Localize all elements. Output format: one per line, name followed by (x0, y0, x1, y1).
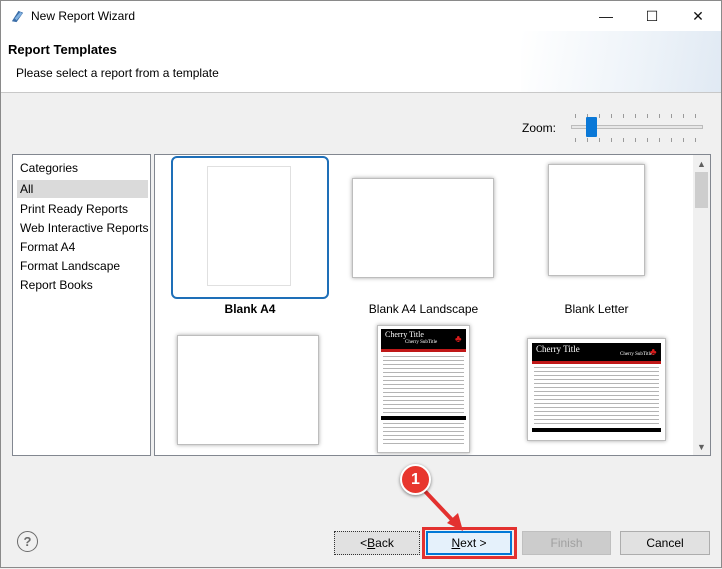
cherry-red-bar (381, 349, 466, 352)
cherry-table-lines (383, 356, 464, 414)
categories-list[interactable]: Categories All Print Ready Reports Web I… (12, 154, 151, 456)
cherry-header: Cherry Title Cherry SubTitle ♣ (532, 343, 661, 361)
category-item-format-a4[interactable]: Format A4 (17, 238, 148, 256)
zoom-label: Zoom: (522, 121, 557, 135)
templates-gallery[interactable]: Blank A4 Blank A4 Landscape Blank Letter… (154, 154, 711, 456)
maximize-button[interactable]: ☐ (629, 1, 675, 31)
cherry-table-lines (534, 367, 659, 425)
cherry-red-bar (532, 361, 661, 364)
template-thumbnail[interactable]: Cherry Title Cherry SubTitle ♣ (527, 338, 666, 441)
zoom-slider-thumb[interactable] (586, 117, 597, 137)
minimize-icon: — (599, 8, 613, 24)
template-thumbnail[interactable]: Cherry Title Cherry SubTitle ♣ (377, 325, 470, 453)
back-button[interactable]: < Back (334, 531, 420, 555)
step-number-badge: 1 (400, 464, 431, 495)
cherry-title: Cherry Title (536, 344, 580, 354)
page-title: Report Templates (8, 42, 117, 57)
category-item-format-landscape[interactable]: Format Landscape (17, 257, 148, 275)
page-description: Please select a report from a template (16, 66, 219, 80)
window-title: New Report Wizard (31, 9, 136, 23)
cherry-table-lines-2 (383, 423, 464, 447)
template-thumbnail[interactable] (177, 335, 319, 445)
back-button-prefix: < (360, 536, 368, 550)
template-label: Blank A4 (224, 302, 276, 316)
templates-scrollbar[interactable]: ▲ ▼ (693, 155, 710, 455)
minimize-button[interactable]: — (583, 1, 629, 31)
template-thumbnail[interactable] (207, 166, 291, 286)
wizard-header-banner: Report Templates Please select a report … (1, 31, 721, 93)
back-button-mnemonic: B (367, 536, 376, 550)
zoom-slider[interactable] (569, 111, 705, 145)
cherry-header: Cherry Title Cherry SubTitle ♣ (381, 329, 466, 349)
maximize-icon: ☐ (645, 7, 659, 24)
next-button-callout-highlight (422, 527, 517, 559)
close-icon: ✕ (692, 7, 704, 24)
cherry-subtitle: Cherry SubTitle (405, 340, 438, 345)
cherry-icon: ♣ (455, 334, 462, 345)
new-report-wizard-window: New Report Wizard — ☐ ✕ Report Templates… (0, 0, 722, 568)
cherry-icon: ♣ (650, 347, 657, 358)
cherry-subtitle: Cherry SubTitle (620, 352, 653, 357)
zoom-ticks-bottom (575, 138, 699, 142)
finish-button[interactable]: Finish (522, 531, 611, 555)
cherry-section-bar (532, 428, 661, 432)
categories-header: Categories (20, 161, 79, 175)
template-label: Blank Letter (564, 302, 629, 316)
scroll-up-arrow-icon[interactable]: ▲ (693, 155, 710, 172)
title-bar: New Report Wizard — ☐ ✕ (1, 1, 721, 31)
eclipse-app-icon (11, 10, 24, 23)
help-icon[interactable]: ? (17, 531, 38, 552)
cherry-title: Cherry Title (385, 330, 424, 339)
template-label: Blank A4 Landscape (368, 302, 479, 316)
category-item-report-books[interactable]: Report Books (17, 276, 148, 294)
scroll-down-arrow-icon[interactable]: ▼ (693, 438, 710, 455)
back-button-label-rest: ack (375, 536, 394, 550)
category-item-web-interactive-reports[interactable]: Web Interactive Reports (17, 219, 149, 237)
scrollbar-thumb[interactable] (695, 172, 708, 208)
cherry-section-bar (381, 416, 466, 420)
template-thumbnail[interactable] (352, 178, 494, 278)
category-item-all[interactable]: All (17, 180, 148, 198)
template-thumbnail[interactable] (548, 164, 645, 276)
category-item-print-ready-reports[interactable]: Print Ready Reports (17, 200, 148, 218)
cancel-button[interactable]: Cancel (620, 531, 710, 555)
close-button[interactable]: ✕ (675, 1, 721, 31)
banner-decoration (521, 31, 721, 92)
